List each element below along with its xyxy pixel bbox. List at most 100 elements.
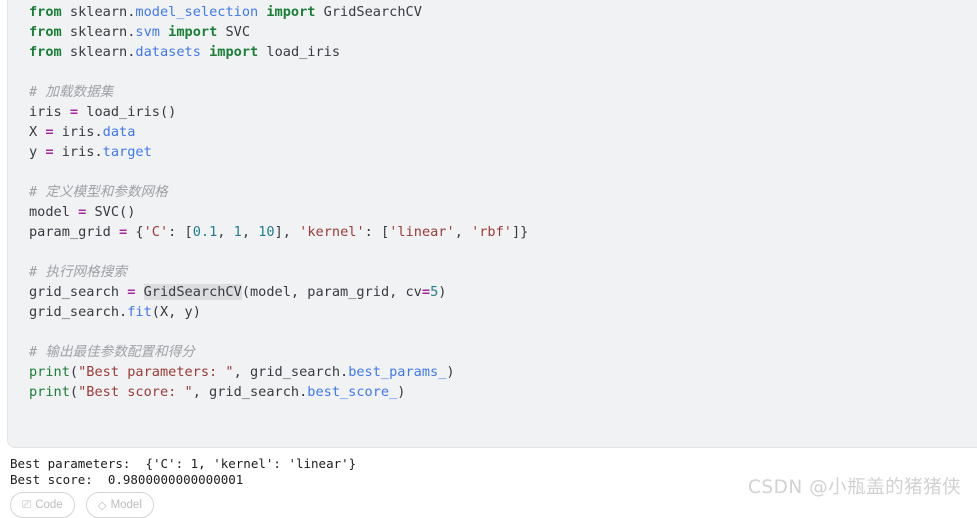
code-token: model	[29, 204, 79, 220]
code-token: , grid_search.	[233, 364, 349, 380]
code-token: ,	[454, 224, 472, 240]
code-token: load_iris()	[78, 104, 177, 120]
code-token: # 加载数据集	[29, 84, 114, 100]
code-token: best_params_	[348, 364, 447, 380]
code-line: print("Best parameters: ", grid_search.b…	[29, 362, 977, 382]
code-token: import	[266, 4, 316, 20]
code-line: model = SVC()	[29, 202, 977, 222]
code-token: sklearn.	[61, 24, 136, 40]
output-line-best-parameters: Best parameters: {'C': 1, 'kernel': 'lin…	[10, 456, 357, 471]
code-line: from sklearn.svm import SVC	[29, 22, 977, 42]
code-token: =	[69, 104, 79, 120]
code-token: ]}	[511, 224, 529, 240]
code-token: y	[29, 144, 46, 160]
code-line: y = iris.target	[29, 142, 977, 162]
code-token: {	[127, 224, 144, 240]
model-button-label: Model	[110, 499, 142, 511]
code-token: model_selection	[135, 4, 259, 20]
code-token: (	[69, 384, 79, 400]
code-token: (	[69, 364, 79, 380]
output-line-best-score: Best score: 0.9800000000000001	[10, 471, 244, 487]
code-token: 10	[258, 224, 275, 240]
code-token: (X, y)	[151, 304, 201, 320]
code-token: X	[29, 124, 46, 140]
code-line: from sklearn.model_selection import Grid…	[29, 2, 977, 22]
code-line-comment: # 输出最佳参数配置和得分	[29, 342, 977, 362]
code-token: (model, param_grid, cv	[241, 284, 422, 300]
cube-icon: ◇	[97, 500, 107, 512]
code-token: ,	[241, 224, 259, 240]
code-line: print("Best score: ", grid_search.best_s…	[29, 382, 977, 402]
code-token: from	[29, 44, 62, 60]
code-token: )	[446, 364, 455, 380]
code-token: datasets	[135, 44, 201, 60]
code-token: print	[29, 364, 70, 380]
csdn-watermark: CSDN @小瓶盖的猪猪侠	[748, 477, 962, 498]
code-token: )	[438, 284, 447, 300]
code-content[interactable]: from sklearn.model_selection import Grid…	[8, 0, 977, 402]
code-token: 1	[233, 224, 242, 240]
code-block[interactable]: from sklearn.model_selection import Grid…	[7, 0, 977, 448]
code-token: # 执行网格搜索	[29, 264, 127, 280]
code-token: : [	[168, 224, 193, 240]
code-line: iris = load_iris()	[29, 102, 977, 122]
code-token: 'C'	[143, 224, 169, 240]
code-token: GridSearchCV	[143, 284, 242, 300]
code-token: SVC()	[86, 204, 136, 220]
code-token: import	[168, 24, 218, 40]
copy-code-button[interactable]: ⎚ Code	[10, 492, 75, 518]
code-token: iris.	[53, 144, 103, 160]
code-token: import	[209, 44, 259, 60]
code-token: "Best score: "	[78, 384, 193, 400]
code-token: GridSearchCV	[315, 4, 422, 20]
bottom-button-row: ⎚ Code ◇ Model	[10, 492, 154, 518]
code-token: ],	[274, 224, 300, 240]
code-token: ,	[217, 224, 234, 240]
code-token: param_grid	[29, 224, 120, 240]
code-token: fit	[127, 304, 152, 320]
code-token: iris.	[53, 124, 103, 140]
code-line-comment: # 执行网格搜索	[29, 262, 977, 282]
code-token: SVC	[217, 24, 251, 40]
code-token: )	[397, 384, 406, 400]
code-token: # 定义模型和参数网格	[29, 184, 168, 200]
code-line: grid_search.fit(X, y)	[29, 302, 977, 322]
code-line: grid_search = GridSearchCV(model, param_…	[29, 282, 977, 302]
code-token: best_score_	[307, 384, 398, 400]
code-token: , grid_search.	[192, 384, 308, 400]
code-token: target	[102, 144, 152, 160]
code-line-comment: # 定义模型和参数网格	[29, 182, 977, 202]
code-token: from	[29, 24, 62, 40]
code-token: data	[102, 124, 136, 140]
code-token: 'rbf'	[471, 224, 512, 240]
code-line: from sklearn.datasets import load_iris	[29, 42, 977, 62]
copy-code-button-label: Code	[35, 499, 63, 511]
code-token: 0.1	[192, 224, 218, 240]
code-token: 'linear'	[389, 224, 455, 240]
code-token: : [	[364, 224, 390, 240]
code-token: =	[421, 284, 431, 300]
code-line-comment: # 加载数据集	[29, 82, 977, 102]
code-token: =	[119, 224, 128, 240]
copy-icon: ⎚	[22, 498, 32, 511]
code-token: print	[29, 384, 70, 400]
code-token: 'kernel'	[299, 224, 365, 240]
model-button[interactable]: ◇ Model	[85, 492, 154, 518]
code-token: "Best parameters: "	[78, 364, 234, 380]
code-token: =	[45, 144, 54, 160]
code-token: grid_search	[29, 284, 128, 300]
code-token: sklearn.	[61, 44, 136, 60]
code-line: param_grid = {'C': [0.1, 1, 10], 'kernel…	[29, 222, 977, 242]
code-token: # 输出最佳参数配置和得分	[29, 344, 195, 360]
code-line: X = iris.data	[29, 122, 977, 142]
code-token: from	[29, 4, 62, 20]
code-token: sklearn.	[61, 4, 136, 20]
code-token: grid_search.	[29, 304, 128, 320]
code-token: svm	[135, 24, 160, 40]
